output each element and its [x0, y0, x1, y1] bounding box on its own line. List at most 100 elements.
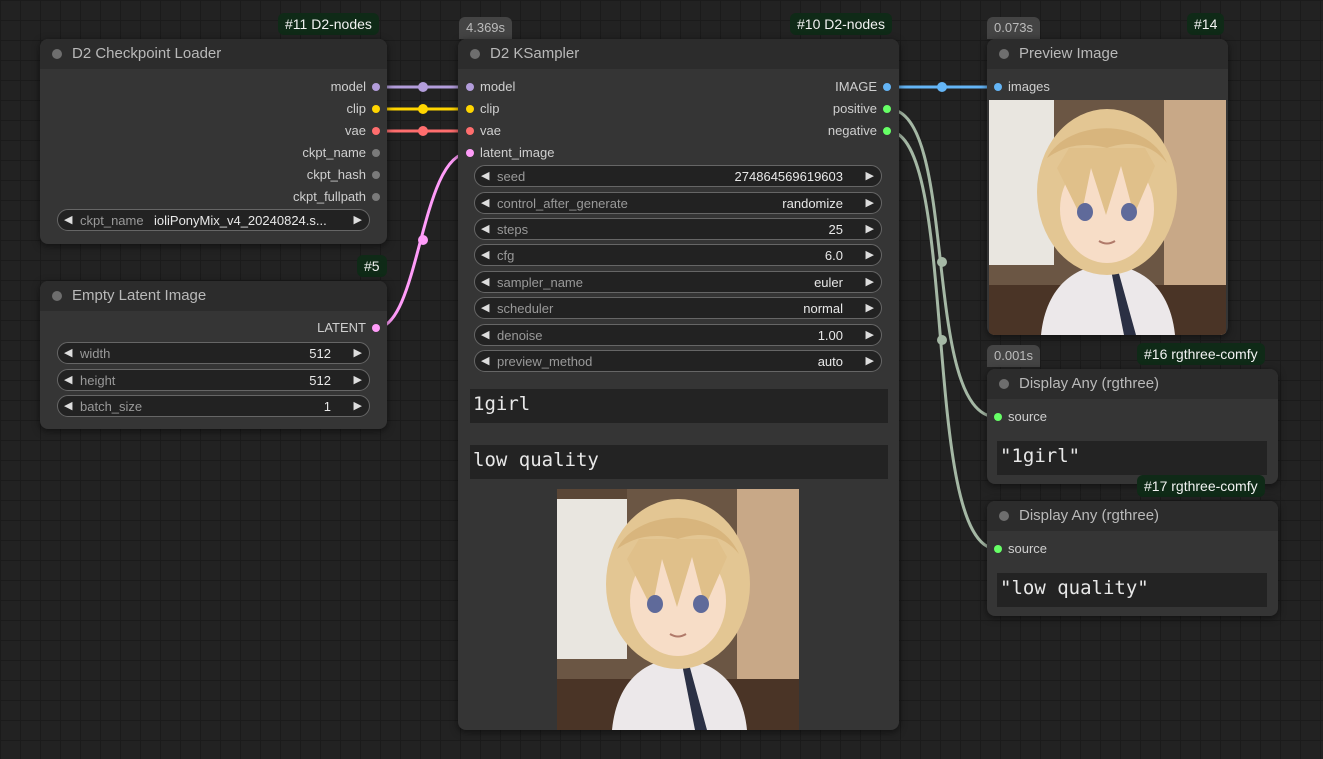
node-collapse-dot-icon[interactable] [52, 49, 62, 59]
socket-dot-icon[interactable] [994, 413, 1002, 421]
arrow-right-icon[interactable]: ▶ [354, 346, 362, 359]
arrow-right-icon[interactable]: ▶ [354, 213, 362, 226]
arrow-right-icon[interactable]: ▶ [354, 373, 362, 386]
input-slot-source[interactable]: source [994, 407, 1047, 427]
arrow-left-icon[interactable]: ◀ [481, 222, 489, 235]
socket-dot-icon[interactable] [466, 149, 474, 157]
output-slot-latent[interactable]: LATENT [317, 318, 380, 338]
positive-prompt-textarea[interactable]: 1girl [470, 389, 888, 423]
input-slot-latent-image[interactable]: latent_image [466, 143, 554, 163]
node-collapse-dot-icon[interactable] [470, 49, 480, 59]
socket-dot-icon[interactable] [372, 127, 380, 135]
input-slot-images[interactable]: images [994, 77, 1050, 97]
input-slot-clip[interactable]: clip [466, 99, 500, 119]
socket-dot-icon[interactable] [372, 83, 380, 91]
socket-dot-icon[interactable] [994, 83, 1002, 91]
arrow-right-icon[interactable]: ▶ [866, 275, 874, 288]
output-slot-clip[interactable]: clip [346, 99, 380, 119]
output-slot-model[interactable]: model [331, 77, 380, 97]
display-any-negative-node[interactable]: Display Any (rgthree) source "low qualit… [987, 501, 1278, 616]
negative-prompt-textarea[interactable]: low quality [470, 445, 888, 479]
input-slot-vae[interactable]: vae [466, 121, 501, 141]
output-slot-ckpt-fullpath[interactable]: ckpt_fullpath [293, 187, 380, 207]
socket-dot-icon[interactable] [372, 149, 380, 157]
ckpt-name-combo[interactable]: ◀ ckpt_name ioliPonyMix_v4_20240824.s...… [57, 209, 370, 231]
arrow-right-icon[interactable]: ▶ [866, 222, 874, 235]
node-collapse-dot-icon[interactable] [999, 511, 1009, 521]
arrow-left-icon[interactable]: ◀ [64, 399, 72, 412]
arrow-right-icon[interactable]: ▶ [866, 248, 874, 261]
node-collapse-dot-icon[interactable] [52, 291, 62, 301]
node-title-bar[interactable]: Display Any (rgthree) [987, 369, 1278, 399]
denoise-widget[interactable]: ◀ denoise 1.00 ▶ [474, 324, 882, 346]
arrow-left-icon[interactable]: ◀ [481, 169, 489, 182]
node-title-bar[interactable]: D2 KSampler [458, 39, 899, 69]
socket-dot-icon[interactable] [883, 83, 891, 91]
output-slot-ckpt-name[interactable]: ckpt_name [302, 143, 380, 163]
arrow-left-icon[interactable]: ◀ [481, 301, 489, 314]
arrow-right-icon[interactable]: ▶ [866, 301, 874, 314]
socket-dot-icon[interactable] [883, 127, 891, 135]
preview-method-widget[interactable]: ◀ preview_method auto ▶ [474, 350, 882, 372]
arrow-left-icon[interactable]: ◀ [481, 354, 489, 367]
socket-dot-icon[interactable] [466, 127, 474, 135]
arrow-right-icon[interactable]: ▶ [866, 196, 874, 209]
output-slot-vae[interactable]: vae [345, 121, 380, 141]
socket-dot-icon[interactable] [466, 83, 474, 91]
output-slot-positive[interactable]: positive [833, 99, 891, 119]
output-slot-image[interactable]: IMAGE [835, 77, 891, 97]
arrow-left-icon[interactable]: ◀ [64, 346, 72, 359]
empty-latent-image-node[interactable]: Empty Latent Image LATENT ◀ width 512 ▶ … [40, 281, 387, 429]
checkpoint-loader-node[interactable]: D2 Checkpoint Loader model clip vae ckpt… [40, 39, 387, 244]
node-badge: #10 D2-nodes [790, 13, 892, 35]
steps-widget[interactable]: ◀ steps 25 ▶ [474, 218, 882, 240]
height-widget[interactable]: ◀ height 512 ▶ [57, 369, 370, 391]
node-title-bar[interactable]: D2 Checkpoint Loader [40, 39, 387, 69]
socket-dot-icon[interactable] [883, 105, 891, 113]
output-slot-negative[interactable]: negative [828, 121, 891, 141]
display-text-area[interactable]: "low quality" [997, 573, 1267, 607]
arrow-right-icon[interactable]: ▶ [866, 328, 874, 341]
arrow-left-icon[interactable]: ◀ [64, 213, 72, 226]
socket-dot-icon[interactable] [372, 324, 380, 332]
node-badge: #16 rgthree-comfy [1137, 343, 1265, 365]
node-title-bar[interactable]: Display Any (rgthree) [987, 501, 1278, 531]
preview-image-node[interactable]: Preview Image images [987, 39, 1228, 335]
batch-size-widget[interactable]: ◀ batch_size 1 ▶ [57, 395, 370, 417]
node-collapse-dot-icon[interactable] [999, 379, 1009, 389]
seed-widget[interactable]: ◀ seed 274864569619603 ▶ [474, 165, 882, 187]
ksampler-node[interactable]: D2 KSampler model clip vae latent_image … [458, 39, 899, 730]
node-title: Empty Latent Image [72, 287, 207, 304]
socket-dot-icon[interactable] [994, 545, 1002, 553]
arrow-left-icon[interactable]: ◀ [481, 275, 489, 288]
cfg-widget[interactable]: ◀ cfg 6.0 ▶ [474, 244, 882, 266]
input-slot-source[interactable]: source [994, 539, 1047, 559]
sampler-name-widget[interactable]: ◀ sampler_name euler ▶ [474, 271, 882, 293]
output-slot-ckpt-hash[interactable]: ckpt_hash [307, 165, 380, 185]
arrow-left-icon[interactable]: ◀ [481, 248, 489, 261]
socket-dot-icon[interactable] [372, 171, 380, 179]
socket-dot-icon[interactable] [372, 105, 380, 113]
arrow-right-icon[interactable]: ▶ [866, 169, 874, 182]
reroute-dot-icon [937, 335, 947, 345]
node-badge: #14 [1187, 13, 1225, 35]
socket-dot-icon[interactable] [466, 105, 474, 113]
arrow-right-icon[interactable]: ▶ [866, 354, 874, 367]
width-widget[interactable]: ◀ width 512 ▶ [57, 342, 370, 364]
node-title-bar[interactable]: Empty Latent Image [40, 281, 387, 311]
execution-time: 0.001s [987, 345, 1041, 367]
node-title-bar[interactable]: Preview Image [987, 39, 1228, 69]
arrow-right-icon[interactable]: ▶ [354, 399, 362, 412]
socket-dot-icon[interactable] [372, 193, 380, 201]
arrow-left-icon[interactable]: ◀ [481, 328, 489, 341]
display-any-positive-node[interactable]: Display Any (rgthree) source "1girl" [987, 369, 1278, 484]
display-text-area[interactable]: "1girl" [997, 441, 1267, 475]
node-collapse-dot-icon[interactable] [999, 49, 1009, 59]
reroute-dot-icon [418, 235, 428, 245]
input-slot-model[interactable]: model [466, 77, 515, 97]
control-after-generate-widget[interactable]: ◀ control_after_generate randomize ▶ [474, 192, 882, 214]
execution-time: 0.073s [987, 17, 1041, 39]
arrow-left-icon[interactable]: ◀ [64, 373, 72, 386]
arrow-left-icon[interactable]: ◀ [481, 196, 489, 209]
scheduler-widget[interactable]: ◀ scheduler normal ▶ [474, 297, 882, 319]
